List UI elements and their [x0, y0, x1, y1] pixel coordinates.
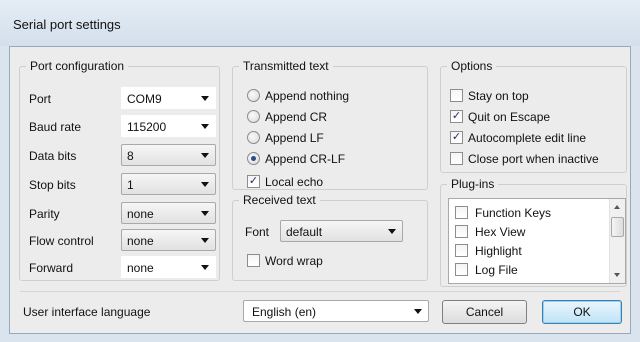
- radio-button-selected[interactable]: [247, 152, 260, 165]
- checkbox-box[interactable]: ✓: [450, 110, 463, 123]
- forward-label: Forward: [29, 261, 74, 275]
- chevron-down-icon: [201, 96, 209, 101]
- word-wrap-checkbox[interactable]: Word wrap: [247, 252, 417, 270]
- title-bar: Serial port settings: [0, 0, 640, 46]
- stay-on-top-checkbox[interactable]: Stay on top: [450, 87, 625, 105]
- checkbox-label: Close port when inactive: [468, 152, 599, 166]
- port-label: Port: [29, 92, 52, 106]
- checkbox-box[interactable]: ✓: [450, 131, 463, 144]
- checkbox-label: Quit on Escape: [468, 110, 551, 124]
- scroll-up-arrow-icon[interactable]: [614, 205, 620, 209]
- plugin-label: Highlight: [475, 244, 522, 258]
- close-port-when-inactive-checkbox[interactable]: Close port when inactive: [450, 150, 625, 168]
- radio-label: Append LF: [265, 131, 324, 145]
- font-dropdown[interactable]: default: [280, 220, 403, 242]
- radio-label: Append CR: [265, 110, 328, 124]
- scroll-thumb[interactable]: [611, 217, 624, 237]
- radio-append-lf[interactable]: Append LF: [247, 129, 417, 147]
- chevron-down-icon: [201, 153, 209, 158]
- port-value: COM9: [127, 92, 162, 106]
- checkbox-box[interactable]: [455, 263, 468, 276]
- plugin-log-file[interactable]: Log File: [455, 261, 605, 279]
- plugins-listbox[interactable]: Function Keys Hex View Highlight Log Fil…: [448, 198, 626, 284]
- checkbox-label: Autocomplete edit line: [468, 131, 587, 145]
- chevron-down-icon: [414, 309, 422, 314]
- checkbox-label: Stay on top: [468, 89, 529, 103]
- plugin-label: Hex View: [475, 225, 526, 239]
- checkbox-box[interactable]: [455, 244, 468, 257]
- chevron-down-icon: [201, 182, 209, 187]
- checkbox-box[interactable]: [450, 89, 463, 102]
- plugin-hex-view[interactable]: Hex View: [455, 223, 605, 241]
- plugins-legend: Plug-ins: [451, 177, 495, 191]
- radio-append-cr-lf[interactable]: Append CR-LF: [247, 150, 417, 168]
- baud-rate-value: 115200: [127, 120, 167, 134]
- received-text-legend: Received text: [243, 193, 316, 207]
- parity-label: Parity: [29, 207, 60, 221]
- options-legend: Options: [451, 59, 493, 73]
- chevron-down-icon: [201, 124, 209, 129]
- parity-value: none: [127, 207, 154, 221]
- stop-bits-label: Stop bits: [29, 178, 76, 192]
- radio-button[interactable]: [247, 110, 260, 123]
- ui-language-value: English (en): [252, 305, 317, 319]
- flow-control-dropdown[interactable]: none: [121, 229, 216, 251]
- stop-bits-dropdown[interactable]: 1: [121, 173, 216, 195]
- data-bits-label: Data bits: [29, 149, 77, 163]
- checkbox-label: Word wrap: [265, 254, 323, 268]
- quit-on-escape-checkbox[interactable]: ✓ Quit on Escape: [450, 108, 625, 126]
- port-dropdown[interactable]: COM9: [121, 87, 216, 109]
- port-configuration-legend: Port configuration: [30, 59, 125, 73]
- separator: [20, 291, 620, 292]
- radio-button[interactable]: [247, 131, 260, 144]
- checkbox-box[interactable]: ✓: [247, 175, 260, 188]
- ui-language-dropdown[interactable]: English (en): [243, 300, 429, 322]
- font-value: default: [286, 225, 323, 239]
- checkbox-box[interactable]: [247, 254, 260, 267]
- forward-value: none: [127, 261, 154, 275]
- radio-button[interactable]: [247, 89, 260, 102]
- plugin-highlight[interactable]: Highlight: [455, 242, 605, 260]
- stop-bits-value: 1: [127, 178, 134, 192]
- chevron-down-icon: [201, 238, 209, 243]
- local-echo-checkbox[interactable]: ✓ Local echo: [247, 173, 417, 191]
- checkbox-box[interactable]: [455, 206, 468, 219]
- radio-label: Append CR-LF: [265, 152, 346, 166]
- autocomplete-edit-line-checkbox[interactable]: ✓ Autocomplete edit line: [450, 129, 625, 147]
- chevron-down-icon: [201, 265, 209, 270]
- cancel-button[interactable]: Cancel: [442, 300, 527, 324]
- scroll-down-arrow-icon[interactable]: [614, 273, 620, 277]
- checkbox-box[interactable]: [455, 225, 468, 238]
- radio-append-nothing[interactable]: Append nothing: [247, 87, 417, 105]
- checkbox-box[interactable]: [450, 152, 463, 165]
- chevron-down-icon: [388, 229, 396, 234]
- plugin-label: Function Keys: [475, 206, 552, 220]
- plugin-label: Log File: [475, 263, 518, 277]
- flow-control-value: none: [127, 234, 154, 248]
- data-bits-dropdown[interactable]: 8: [121, 144, 216, 166]
- window-title: Serial port settings: [13, 17, 121, 32]
- transmitted-text-legend: Transmitted text: [243, 59, 329, 73]
- parity-dropdown[interactable]: none: [121, 202, 216, 224]
- checkbox-label: Local echo: [265, 175, 324, 189]
- baud-rate-label: Baud rate: [29, 120, 82, 134]
- font-label: Font: [245, 225, 270, 239]
- plugin-function-keys[interactable]: Function Keys: [455, 204, 605, 222]
- ok-button[interactable]: OK: [542, 300, 622, 324]
- radio-label: Append nothing: [265, 89, 350, 103]
- data-bits-value: 8: [127, 149, 134, 163]
- plugins-scrollbar[interactable]: [609, 199, 625, 283]
- chevron-down-icon: [201, 211, 209, 216]
- forward-dropdown[interactable]: none: [121, 256, 216, 278]
- radio-append-cr[interactable]: Append CR: [247, 108, 417, 126]
- ui-language-label: User interface language: [23, 305, 151, 319]
- flow-control-label: Flow control: [29, 234, 94, 248]
- dialog-client: Port configuration Port COM9 Baud rate 1…: [9, 46, 631, 334]
- baud-rate-dropdown[interactable]: 115200: [121, 115, 216, 137]
